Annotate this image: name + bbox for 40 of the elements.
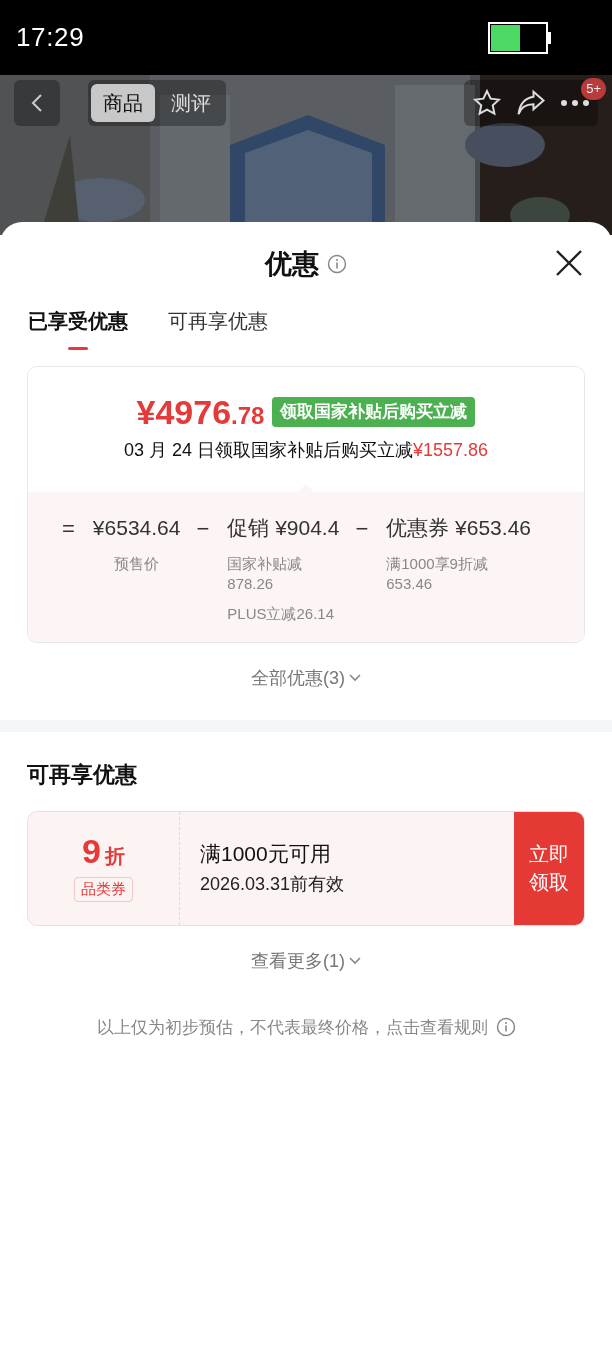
sheet-tab[interactable]: 可再享优惠 bbox=[168, 306, 268, 350]
section-title: 可再享优惠 bbox=[26, 760, 138, 789]
breakdown-detail: 预售价 bbox=[114, 553, 160, 574]
operator-sign: − bbox=[196, 515, 210, 543]
price-cents: .78 bbox=[231, 404, 265, 428]
clock-text: 17:29 bbox=[16, 21, 85, 54]
coupon-condition: 满1000元可用 bbox=[200, 840, 332, 867]
back-icon bbox=[31, 93, 43, 113]
final-price: ¥4976 bbox=[136, 395, 232, 429]
coupon-validity: 2026.03.31前有效 bbox=[200, 873, 346, 897]
breakdown-detail: 满1000享9折减 653.46 bbox=[386, 553, 489, 594]
chevron-down-icon bbox=[349, 957, 361, 965]
discount-value: 9 bbox=[82, 834, 101, 869]
sheet-title: 优惠 bbox=[265, 247, 319, 281]
subsidy-tag: 领取国家补贴后购买立减 bbox=[272, 397, 476, 427]
info-icon[interactable] bbox=[327, 254, 347, 274]
operator-sign: = bbox=[62, 515, 75, 543]
coupon-type-tag: 品类券 bbox=[74, 877, 133, 902]
more-icon[interactable] bbox=[560, 99, 590, 107]
chevron-down-icon bbox=[349, 674, 361, 682]
star-icon[interactable] bbox=[472, 88, 502, 118]
breakdown-detail: 国家补贴减 878.26 bbox=[227, 553, 304, 594]
discount-unit: 折 bbox=[104, 844, 125, 870]
nav-tab[interactable]: 商品 bbox=[91, 84, 155, 122]
nav-tab[interactable]: 测评 bbox=[159, 84, 223, 122]
claim-button[interactable]: 立即领取 bbox=[514, 811, 584, 925]
sheet-tab[interactable]: 已享受优惠 bbox=[28, 306, 128, 350]
info-icon[interactable] bbox=[495, 1017, 516, 1038]
breakdown-detail: PLUS立减26.14 bbox=[227, 603, 336, 624]
subsidy-note: 03 月 24 日领取国家补贴后购买立减¥1557.86 bbox=[123, 439, 489, 462]
all-discounts-link[interactable]: 全部优惠(3) bbox=[251, 664, 361, 692]
back-button[interactable] bbox=[14, 80, 60, 126]
battery-icon bbox=[488, 21, 552, 54]
share-icon[interactable] bbox=[516, 89, 546, 117]
operator-sign: − bbox=[355, 515, 369, 543]
disclaimer-text: 以上仅为初步预估，不代表最终价格，点击查看规则 bbox=[96, 1016, 488, 1039]
see-more-link[interactable]: 查看更多(1) bbox=[251, 947, 361, 975]
breakdown-amount: 促销 ¥904.4 bbox=[227, 515, 340, 541]
breakdown-amount: 优惠券 ¥653.46 bbox=[386, 515, 531, 541]
breakdown-amount: ¥6534.64 bbox=[92, 515, 181, 541]
